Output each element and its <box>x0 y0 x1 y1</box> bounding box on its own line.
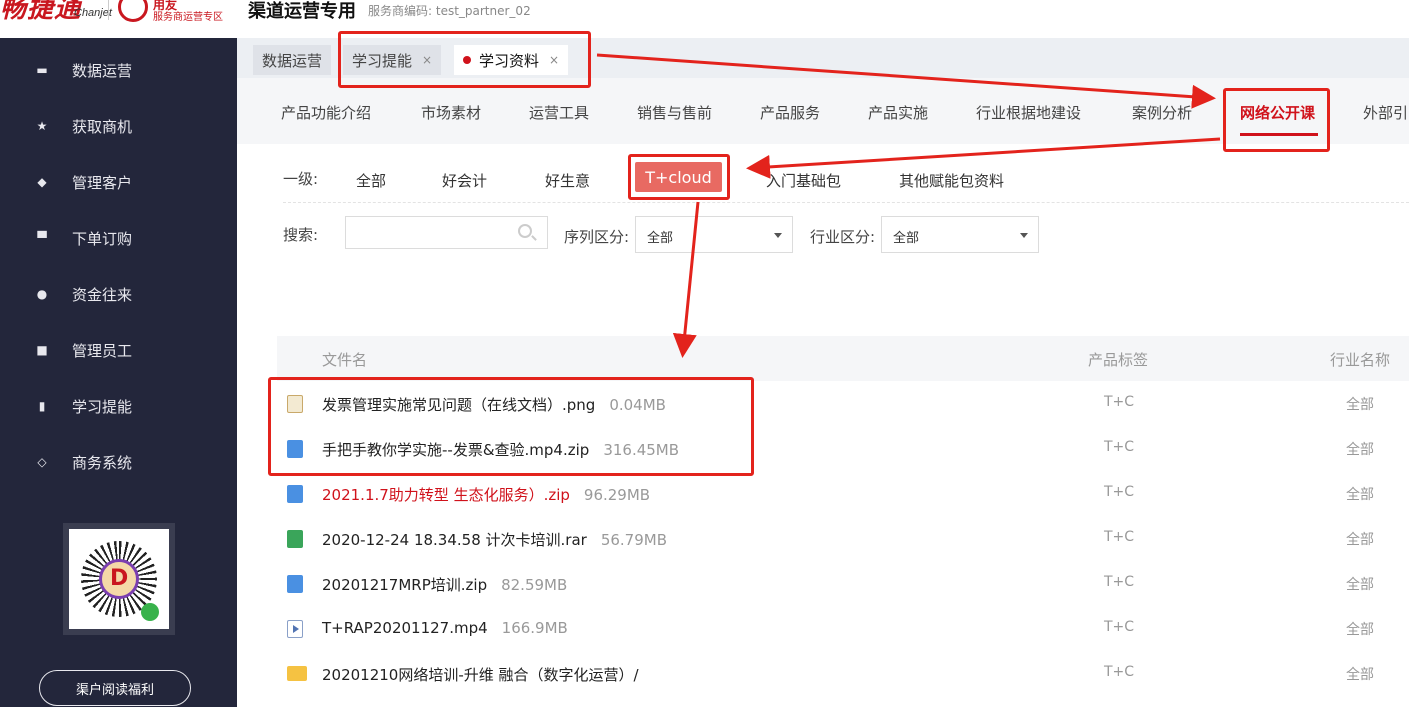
arrow-tcloud-to-files <box>672 201 700 358</box>
arrow-tabs-to-webinar <box>596 53 1216 109</box>
arrow-webinar-to-tcloud <box>746 137 1221 179</box>
annotation-arrows <box>596 53 1221 358</box>
